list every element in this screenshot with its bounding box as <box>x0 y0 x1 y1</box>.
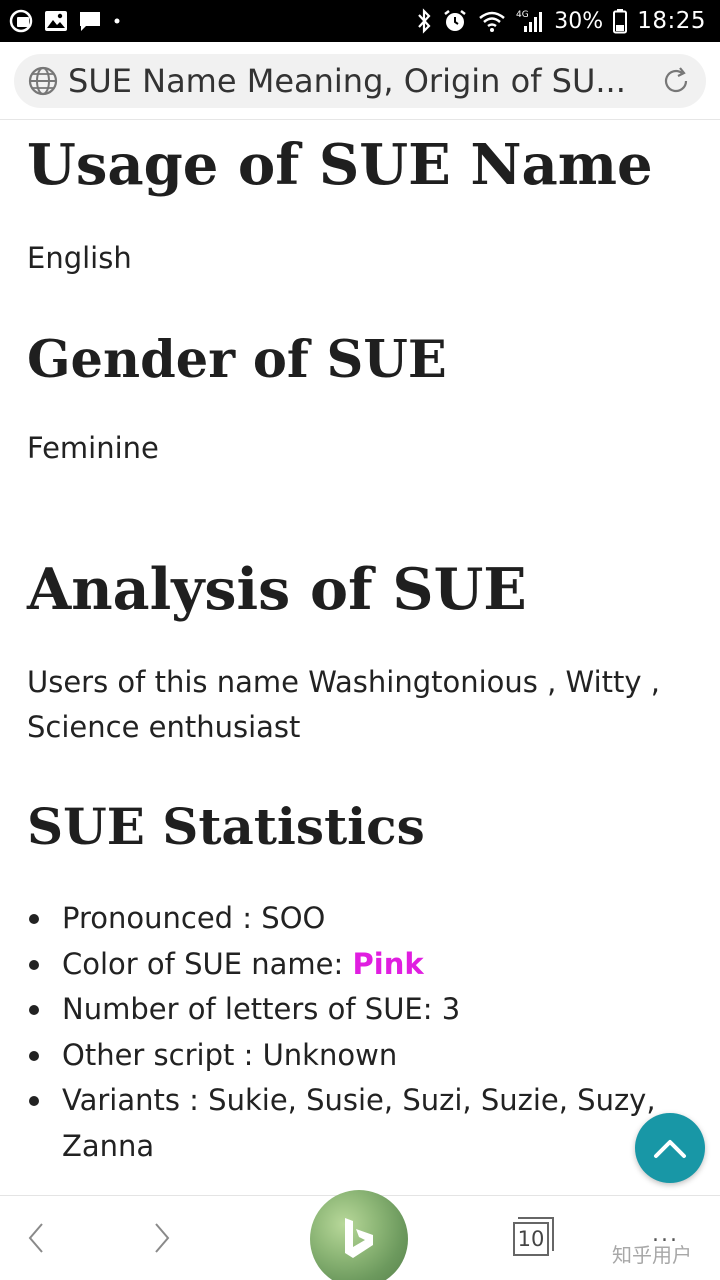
status-left-icons <box>8 8 122 34</box>
app-notification-icon <box>8 8 34 34</box>
chevron-up-icon <box>654 1140 686 1158</box>
message-icon <box>78 10 102 32</box>
list-item-other-script: Other script : Unknown <box>27 1033 667 1079</box>
usage-heading: Usage of SUE Name <box>27 132 653 198</box>
bluetooth-icon <box>416 8 432 34</box>
page-title: SUE Name Meaning, Origin of SU... <box>68 62 626 100</box>
back-button[interactable] <box>14 1216 58 1260</box>
color-value: Pink <box>352 946 424 981</box>
chevron-right-icon <box>155 1223 170 1253</box>
watermark: 知乎用户 <box>612 1243 692 1267</box>
stats-heading: SUE Statistics <box>27 797 425 856</box>
usage-text: English <box>27 241 132 275</box>
image-icon <box>44 10 68 32</box>
battery-percent: 30% <box>554 8 604 34</box>
forward-button[interactable] <box>140 1216 184 1260</box>
address-bar[interactable]: SUE Name Meaning, Origin of SU... <box>14 54 706 108</box>
battery-icon <box>613 8 628 34</box>
bing-logo-icon <box>345 1218 373 1258</box>
dot-icon <box>112 16 122 26</box>
bing-button[interactable] <box>310 1190 408 1280</box>
status-right-icons: 4G 30% 18:25 <box>416 8 706 34</box>
stats-list: Pronounced : SOO Color of SUE name: Pink… <box>27 896 667 1169</box>
list-item-pronounced: Pronounced : SOO <box>27 896 667 942</box>
list-item-letters: Number of letters of SUE: 3 <box>27 987 667 1033</box>
address-area: SUE Name Meaning, Origin of SU... <box>0 42 720 120</box>
list-item-color: Color of SUE name: Pink <box>27 942 667 988</box>
alarm-icon <box>442 8 468 34</box>
network-label: 4G <box>516 10 529 20</box>
color-label: Color of SUE name: <box>62 946 353 981</box>
tabs-button[interactable]: 10 <box>513 1222 549 1256</box>
globe-icon <box>26 64 60 98</box>
scroll-to-top-button[interactable] <box>635 1113 705 1183</box>
refresh-icon[interactable] <box>658 63 694 99</box>
chevron-left-icon <box>28 1223 43 1253</box>
analysis-text: Users of this name Washingtonious , Witt… <box>27 665 660 744</box>
list-item-variants: Variants : Sukie, Susie, Suzi, Suzie, Su… <box>27 1078 667 1169</box>
status-bar: 4G 30% 18:25 <box>0 0 720 42</box>
gender-text: Feminine <box>27 431 159 465</box>
clock: 18:25 <box>637 8 706 34</box>
wifi-icon <box>478 9 506 33</box>
signal-icon: 4G <box>516 8 544 34</box>
analysis-heading: Analysis of SUE <box>27 556 527 623</box>
gender-heading: Gender of SUE <box>27 330 447 390</box>
